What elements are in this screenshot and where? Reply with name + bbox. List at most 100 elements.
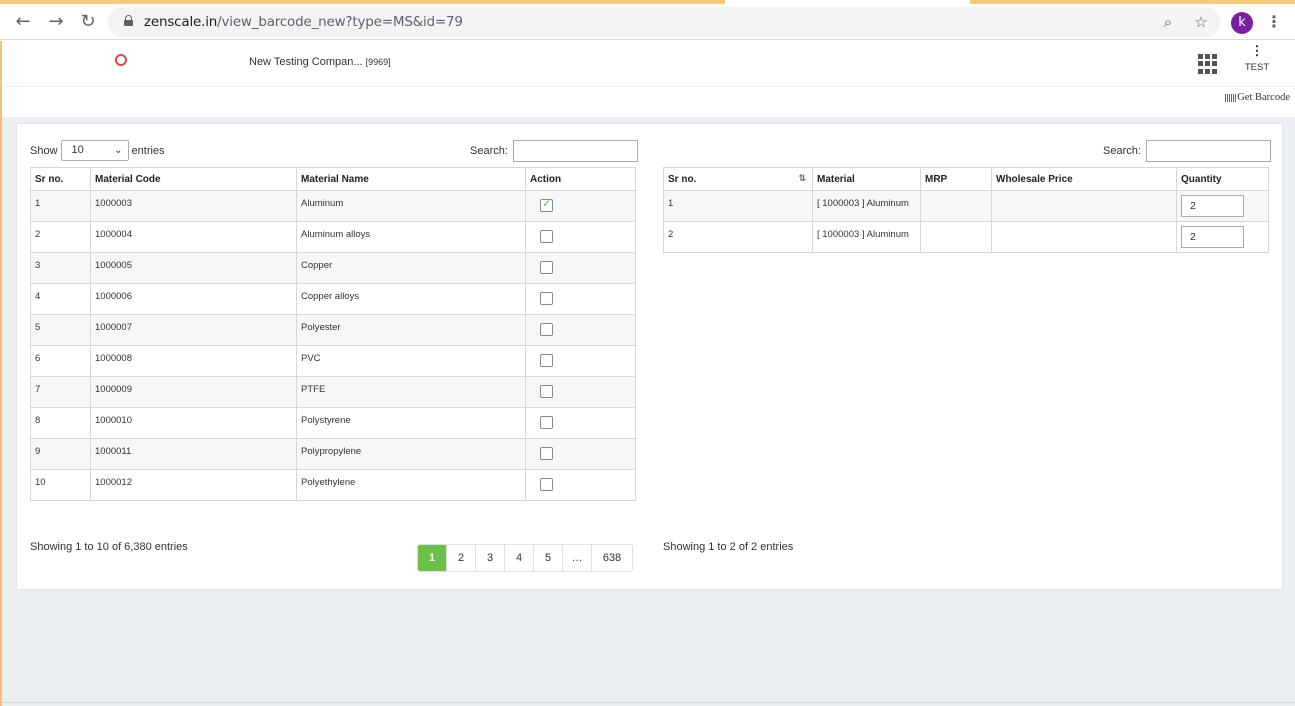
cell-material-name: Copper alloys	[296, 283, 526, 315]
cell-material-code: 1000012	[90, 469, 297, 501]
cell-action	[525, 376, 636, 408]
cell-action	[525, 314, 636, 346]
select-checkbox[interactable]	[540, 197, 553, 212]
chevron-down-icon: ⌄	[114, 145, 123, 156]
select-checkbox[interactable]	[540, 230, 553, 243]
table-row: 4 1000006 Copper alloys	[30, 283, 636, 315]
cell-wholesale-price	[991, 221, 1177, 253]
company-logo[interactable]	[113, 54, 129, 74]
forward-icon[interactable]: →	[44, 10, 68, 34]
cell-action	[525, 283, 636, 315]
zoom-icon[interactable]: ⌕	[1158, 12, 1178, 32]
page-bottom-border	[2, 702, 1295, 703]
cell-sr-no: 5	[30, 314, 91, 346]
browser-toolbar: ← → ↻ zenscale.in/view_barcode_new?type=…	[0, 4, 1295, 40]
more-vertical-icon[interactable]: ⋮	[1242, 44, 1272, 57]
page-button[interactable]: 5	[534, 545, 563, 571]
sub-header: Get Barcode	[2, 88, 1295, 117]
column-header[interactable]: Sr no.	[30, 167, 91, 191]
table-row: 2 1000004 Aluminum alloys	[30, 221, 636, 253]
column-header-sr[interactable]: Sr no. ⇅	[663, 167, 813, 191]
cell-mrp	[920, 190, 992, 222]
cell-sr-no: 2	[30, 221, 91, 253]
selected-table-info: Showing 1 to 2 of 2 entries	[663, 541, 794, 553]
user-menu[interactable]: ⋮ TEST	[1242, 44, 1272, 73]
company-name-text: New Testing Compan...	[249, 56, 363, 68]
materials-search-input[interactable]	[512, 140, 638, 162]
table-row: 1[ 1000003 ] Aluminum	[663, 190, 1269, 222]
select-checkbox[interactable]	[540, 447, 553, 460]
cell-action	[525, 190, 636, 222]
cell-material-code: 1000010	[90, 407, 297, 439]
cell-material: [ 1000003 ] Aluminum	[812, 221, 921, 253]
page-button[interactable]: 638	[592, 545, 632, 571]
entries-select[interactable]: 10 ⌄	[60, 140, 129, 161]
page-button[interactable]: 4	[505, 545, 534, 571]
select-checkbox[interactable]	[540, 292, 553, 305]
apps-grid-icon[interactable]	[1198, 54, 1218, 74]
column-header[interactable]: Quantity	[1176, 167, 1269, 191]
column-header[interactable]: Material Code	[90, 167, 297, 191]
reload-icon[interactable]: ↻	[76, 10, 100, 34]
profile-avatar[interactable]: k	[1231, 12, 1253, 34]
sort-icon[interactable]: ⇅	[798, 174, 806, 184]
page-button[interactable]: 1	[418, 545, 447, 571]
cell-material-name: Aluminum alloys	[296, 221, 526, 253]
page-button[interactable]: 3	[476, 545, 505, 571]
company-id: [9969]	[365, 57, 391, 67]
cell-quantity	[1176, 221, 1269, 253]
select-checkbox[interactable]	[540, 385, 553, 398]
quantity-input[interactable]	[1181, 195, 1244, 217]
cell-sr-no: 8	[30, 407, 91, 439]
cell-quantity	[1176, 190, 1269, 222]
cell-material-code: 1000004	[90, 221, 297, 253]
cell-material-code: 1000007	[90, 314, 297, 346]
url-path: /view_barcode_new?type=MS&id=79	[217, 14, 463, 30]
cell-material-name: PTFE	[296, 376, 526, 408]
company-name[interactable]: New Testing Compan... [9969]	[249, 56, 391, 68]
select-checkbox[interactable]	[540, 354, 553, 367]
cell-sr-no: 6	[30, 345, 91, 377]
barcode-icon	[1225, 93, 1237, 102]
column-header[interactable]: Material	[812, 167, 921, 191]
cell-action	[525, 221, 636, 253]
select-checkbox[interactable]	[540, 478, 553, 491]
cell-sr-no: 10	[30, 469, 91, 501]
column-header[interactable]: Action	[525, 167, 636, 191]
star-icon[interactable]: ☆	[1191, 12, 1211, 32]
selected-table-header: Sr no. ⇅ Material MRP Wholesale Price Qua…	[663, 167, 1269, 191]
column-header[interactable]: Material Name	[296, 167, 526, 191]
url-host: zenscale.in	[144, 14, 218, 30]
selected-search-input[interactable]	[1145, 140, 1271, 162]
cell-material-name: Polypropylene	[296, 438, 526, 470]
selected-search-label: Search:	[1103, 145, 1141, 157]
browser-menu-icon[interactable]: ⋮	[1266, 10, 1282, 34]
pagination-ellipsis: …	[563, 545, 592, 571]
select-checkbox[interactable]	[540, 261, 553, 274]
entries-label: entries	[131, 144, 165, 157]
select-checkbox[interactable]	[540, 323, 553, 336]
table-row: 3 1000005 Copper	[30, 252, 636, 284]
quantity-input[interactable]	[1181, 226, 1244, 248]
select-checkbox[interactable]	[540, 416, 553, 429]
lock-icon[interactable]	[124, 15, 133, 26]
cell-material-code: 1000009	[90, 376, 297, 408]
cell-material-name: Copper	[296, 252, 526, 284]
get-barcode-label: Get Barcode	[1237, 92, 1290, 103]
page-button[interactable]: 2	[447, 545, 476, 571]
column-header-sr-label: Sr no.	[668, 173, 697, 185]
back-icon[interactable]: ←	[11, 10, 35, 34]
cell-wholesale-price	[991, 190, 1177, 222]
cell-mrp	[920, 221, 992, 253]
address-bar[interactable]: zenscale.in/view_barcode_new?type=MS&id=…	[108, 7, 1220, 37]
get-barcode-link[interactable]: Get Barcode	[1225, 92, 1290, 103]
table-row: 6 1000008 PVC	[30, 345, 636, 377]
cell-sr-no: 2	[663, 221, 813, 253]
url-text[interactable]: zenscale.in/view_barcode_new?type=MS&id=…	[144, 14, 463, 30]
column-header[interactable]: MRP	[920, 167, 992, 191]
cell-action	[525, 252, 636, 284]
cell-material-code: 1000003	[90, 190, 297, 222]
table-row: 5 1000007 Polyester	[30, 314, 636, 346]
column-header[interactable]: Wholesale Price	[991, 167, 1177, 191]
cell-sr-no: 1	[30, 190, 91, 222]
